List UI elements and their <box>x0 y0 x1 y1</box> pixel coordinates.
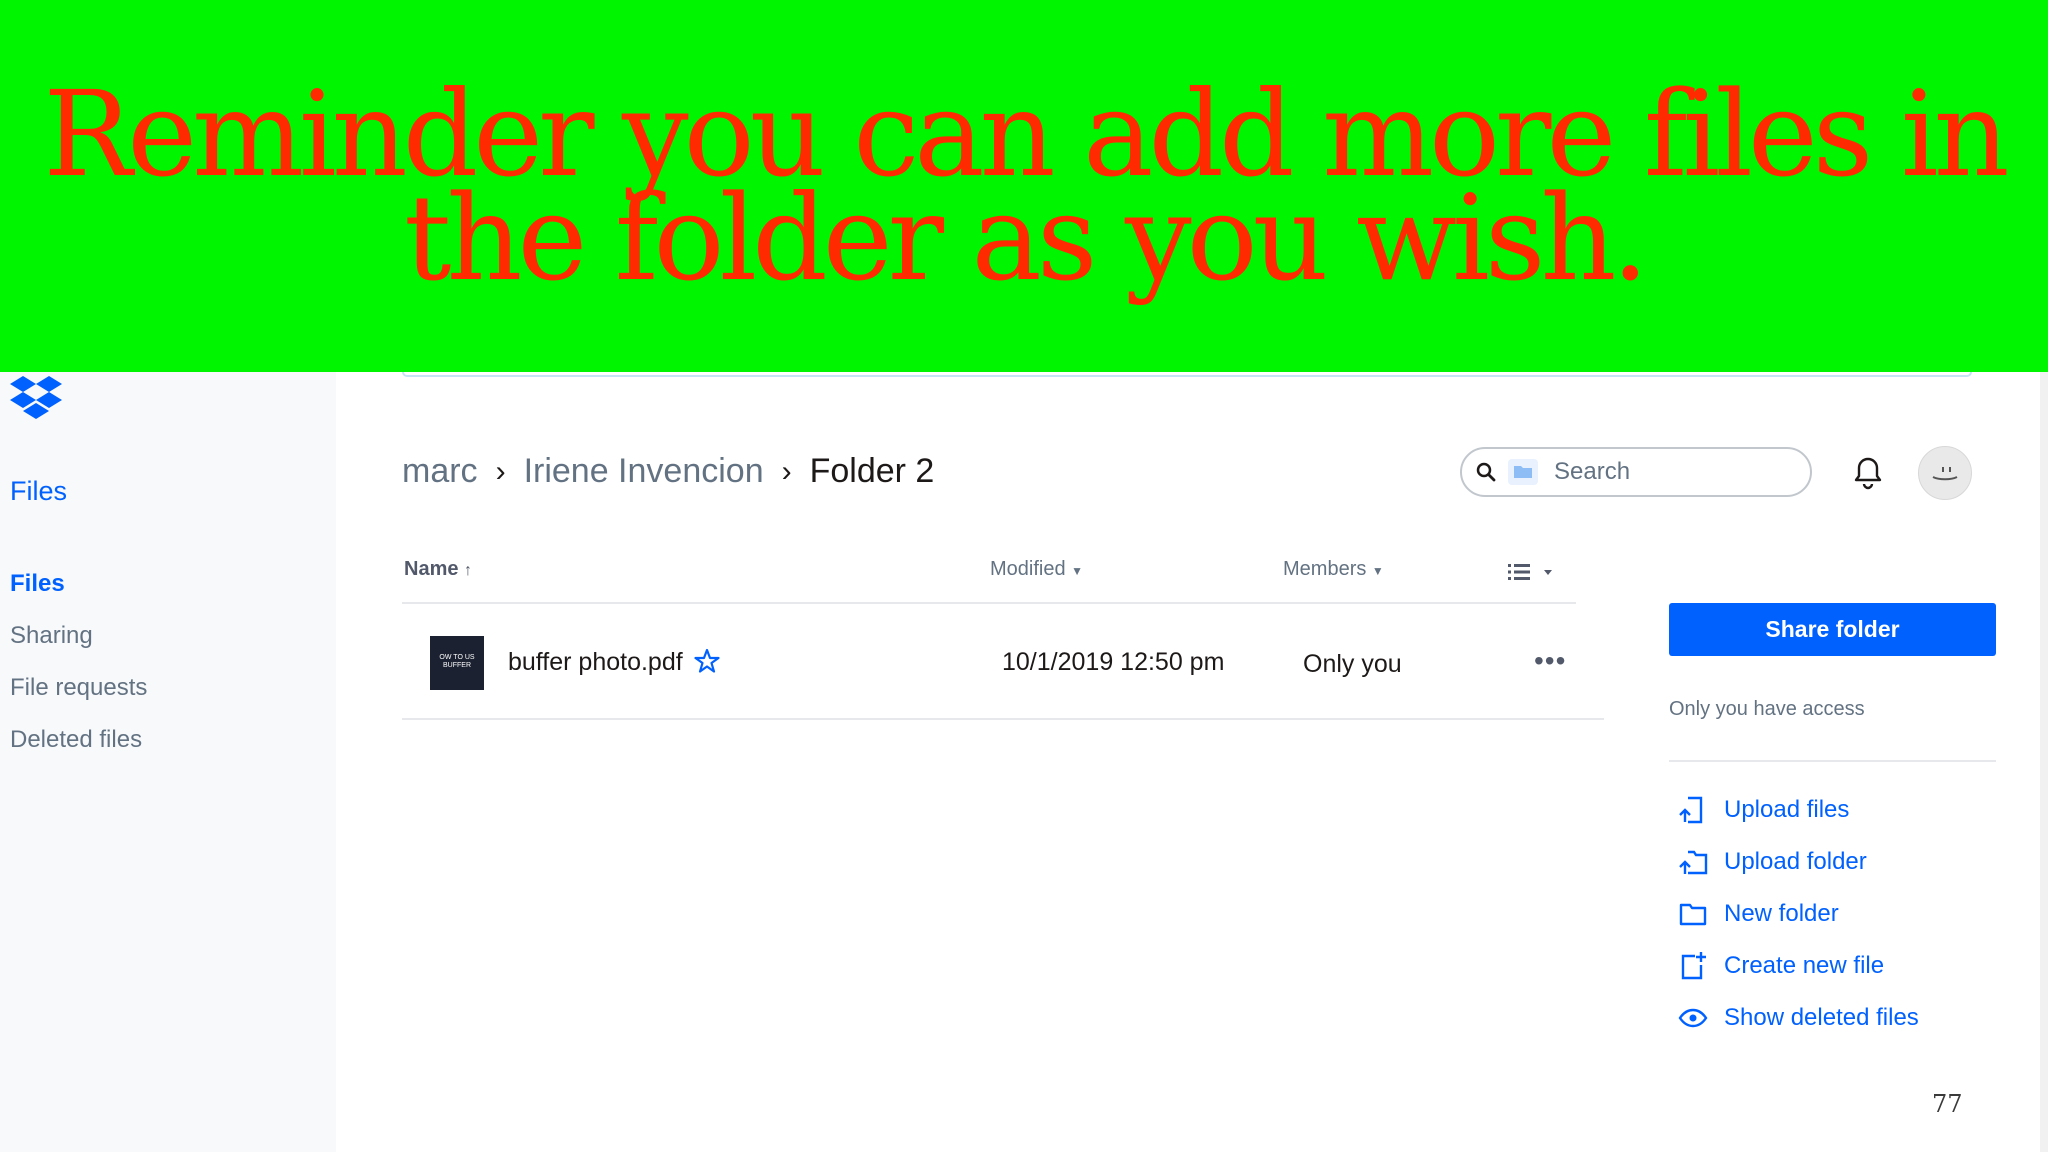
sidebar: Files Files Sharing File requests Delete… <box>0 372 336 1152</box>
panel-divider <box>1669 760 1996 762</box>
column-header-name[interactable]: Name ↑ <box>404 558 472 581</box>
avatar[interactable] <box>1918 446 1972 500</box>
banner-line-2: the folder as you wish. <box>404 169 1649 307</box>
sidebar-title[interactable]: Files <box>10 476 67 507</box>
list-view-icon[interactable] <box>1508 562 1556 582</box>
top-banner-edge <box>402 372 1972 377</box>
thumbnail-text: OW TO US BUFFER <box>439 654 475 669</box>
reminder-banner: Reminder you can add more files in the f… <box>0 0 2048 372</box>
star-icon[interactable] <box>694 648 720 674</box>
caret-down-icon: ▼ <box>1371 564 1384 578</box>
folder-icon <box>1508 459 1538 485</box>
column-modified-label: Modified <box>990 558 1066 580</box>
file-thumbnail: OW TO US BUFFER <box>430 636 484 690</box>
upload-file-icon <box>1679 796 1703 824</box>
sidebar-item-deleted-files[interactable]: Deleted files <box>10 726 147 778</box>
show-deleted-files-action[interactable]: Show deleted files <box>1678 992 1919 1044</box>
search-box[interactable] <box>1460 447 1812 497</box>
breadcrumb-item-iriene[interactable]: Iriene Invencion <box>524 452 764 491</box>
access-note: Only you have access <box>1669 698 1865 720</box>
breadcrumb: marc › Iriene Invencion › Folder 2 <box>402 452 934 491</box>
row-divider <box>402 718 1604 720</box>
eye-icon <box>1678 1008 1708 1028</box>
sort-arrow-up-icon: ↑ <box>464 562 473 579</box>
bell-icon[interactable] <box>1852 456 1884 490</box>
upload-folder-label: Upload folder <box>1724 848 1867 875</box>
new-file-icon <box>1681 952 1706 980</box>
upload-folder-icon <box>1679 850 1708 875</box>
upload-files-label: Upload files <box>1724 796 1850 823</box>
show-deleted-files-label: Show deleted files <box>1724 1004 1919 1031</box>
column-members-label: Members <box>1283 558 1367 580</box>
upload-folder-action[interactable]: Upload folder <box>1678 836 1919 888</box>
file-name[interactable]: buffer photo.pdf <box>508 648 683 677</box>
breadcrumb-item-marc[interactable]: marc <box>402 452 478 491</box>
more-options-icon[interactable]: ••• <box>1534 647 1566 675</box>
new-folder-icon <box>1679 903 1707 926</box>
file-members: Only you <box>1303 650 1402 678</box>
column-header-members[interactable]: Members ▼ <box>1283 558 1384 581</box>
chevron-right-icon: › <box>495 454 506 488</box>
column-name-label: Name <box>404 558 459 580</box>
file-modified: 10/1/2019 12:50 pm <box>1002 648 1225 676</box>
sidebar-item-sharing[interactable]: Sharing <box>10 622 147 674</box>
new-folder-action[interactable]: New folder <box>1678 888 1919 940</box>
sidebar-item-files[interactable]: Files <box>10 570 147 622</box>
dropbox-logo-icon[interactable] <box>10 376 62 422</box>
column-header-modified[interactable]: Modified ▼ <box>990 558 1083 581</box>
search-input[interactable] <box>1552 457 1776 487</box>
sidebar-nav: Files Sharing File requests Deleted file… <box>10 570 147 778</box>
folder-actions: Upload files Upload folder New folder Cr… <box>1678 784 1919 1044</box>
create-new-file-label: Create new file <box>1724 952 1885 979</box>
caret-down-icon: ▼ <box>1071 564 1084 578</box>
table-row[interactable]: OW TO US BUFFER buffer photo.pdf 10/1/20… <box>402 604 1604 718</box>
sidebar-item-file-requests[interactable]: File requests <box>10 674 147 726</box>
create-new-file-action[interactable]: Create new file <box>1678 940 1919 992</box>
chevron-right-icon: › <box>781 454 792 488</box>
page-number: 77 <box>1932 1090 1963 1118</box>
page-title: Folder 2 <box>809 452 935 490</box>
avatar-face-icon <box>1932 467 1958 481</box>
new-folder-label: New folder <box>1724 900 1839 927</box>
window-edge <box>2040 372 2048 1152</box>
upload-files-action[interactable]: Upload files <box>1678 784 1919 836</box>
share-folder-button[interactable]: Share folder <box>1669 603 1996 656</box>
search-icon <box>1476 462 1496 482</box>
